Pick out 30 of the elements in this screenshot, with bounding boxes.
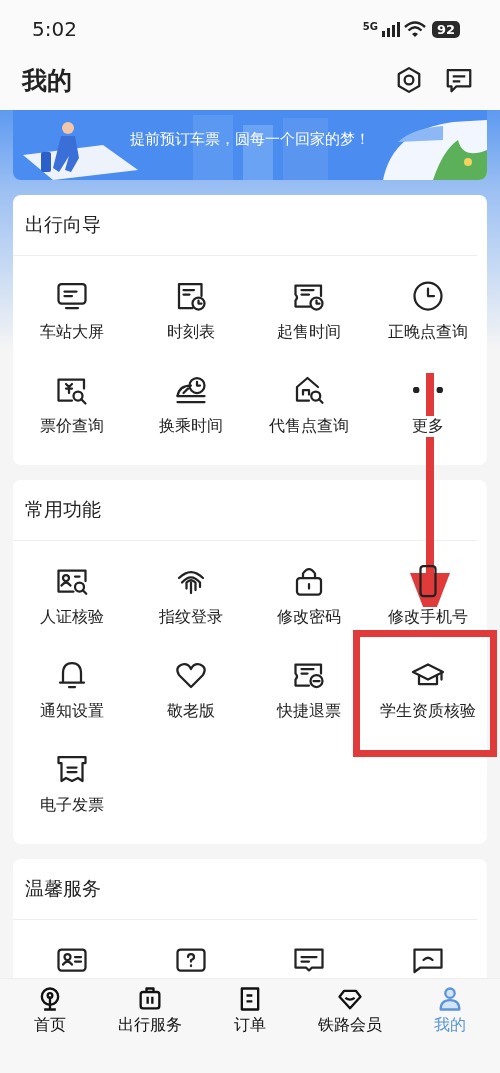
- menu-item[interactable]: 通知设置: [13, 657, 132, 722]
- menu-item[interactable]: 代售点查询: [250, 372, 369, 437]
- signal-icon: [380, 21, 401, 37]
- tab-item[interactable]: 铁路会员: [300, 985, 400, 1050]
- menu-item[interactable]: 票价查询: [13, 372, 132, 437]
- tab-item[interactable]: 出行服务: [100, 985, 200, 1050]
- network-label: 5G: [362, 20, 378, 32]
- menu-item[interactable]: 修改密码: [250, 563, 369, 628]
- menu-item[interactable]: 指纹登录: [131, 563, 250, 628]
- more-icon: [411, 387, 444, 393]
- tab-item[interactable]: 订单: [200, 985, 300, 1050]
- menu-item[interactable]: 人证核验: [13, 563, 132, 628]
- section-title: 温馨服务: [25, 876, 101, 901]
- menu-item[interactable]: 换乘时间: [131, 372, 250, 437]
- menu-item[interactable]: 敬老版: [131, 657, 250, 722]
- banner-subtitle: 提前预订车票，圆每一个回家的梦！: [130, 129, 370, 149]
- menu-item[interactable]: 快捷退票: [250, 657, 369, 722]
- menu-item[interactable]: 学生资质核验: [368, 657, 487, 722]
- wifi-icon: [403, 21, 426, 37]
- menu-item[interactable]: 起售时间: [250, 278, 369, 343]
- menu-item[interactable]: 正晚点查询: [368, 278, 487, 343]
- menu-item[interactable]: 车站大屏: [13, 278, 132, 343]
- section-title: 常用功能: [25, 497, 101, 522]
- tab-item[interactable]: 首页: [0, 985, 100, 1050]
- status-time: 5:02: [32, 17, 77, 41]
- page-title: 我的: [22, 64, 72, 97]
- battery-indicator: 92: [431, 20, 460, 38]
- section-title: 出行向导: [25, 212, 101, 237]
- menu-item[interactable]: 电子发票: [13, 751, 132, 816]
- menu-item[interactable]: 时刻表: [131, 278, 250, 343]
